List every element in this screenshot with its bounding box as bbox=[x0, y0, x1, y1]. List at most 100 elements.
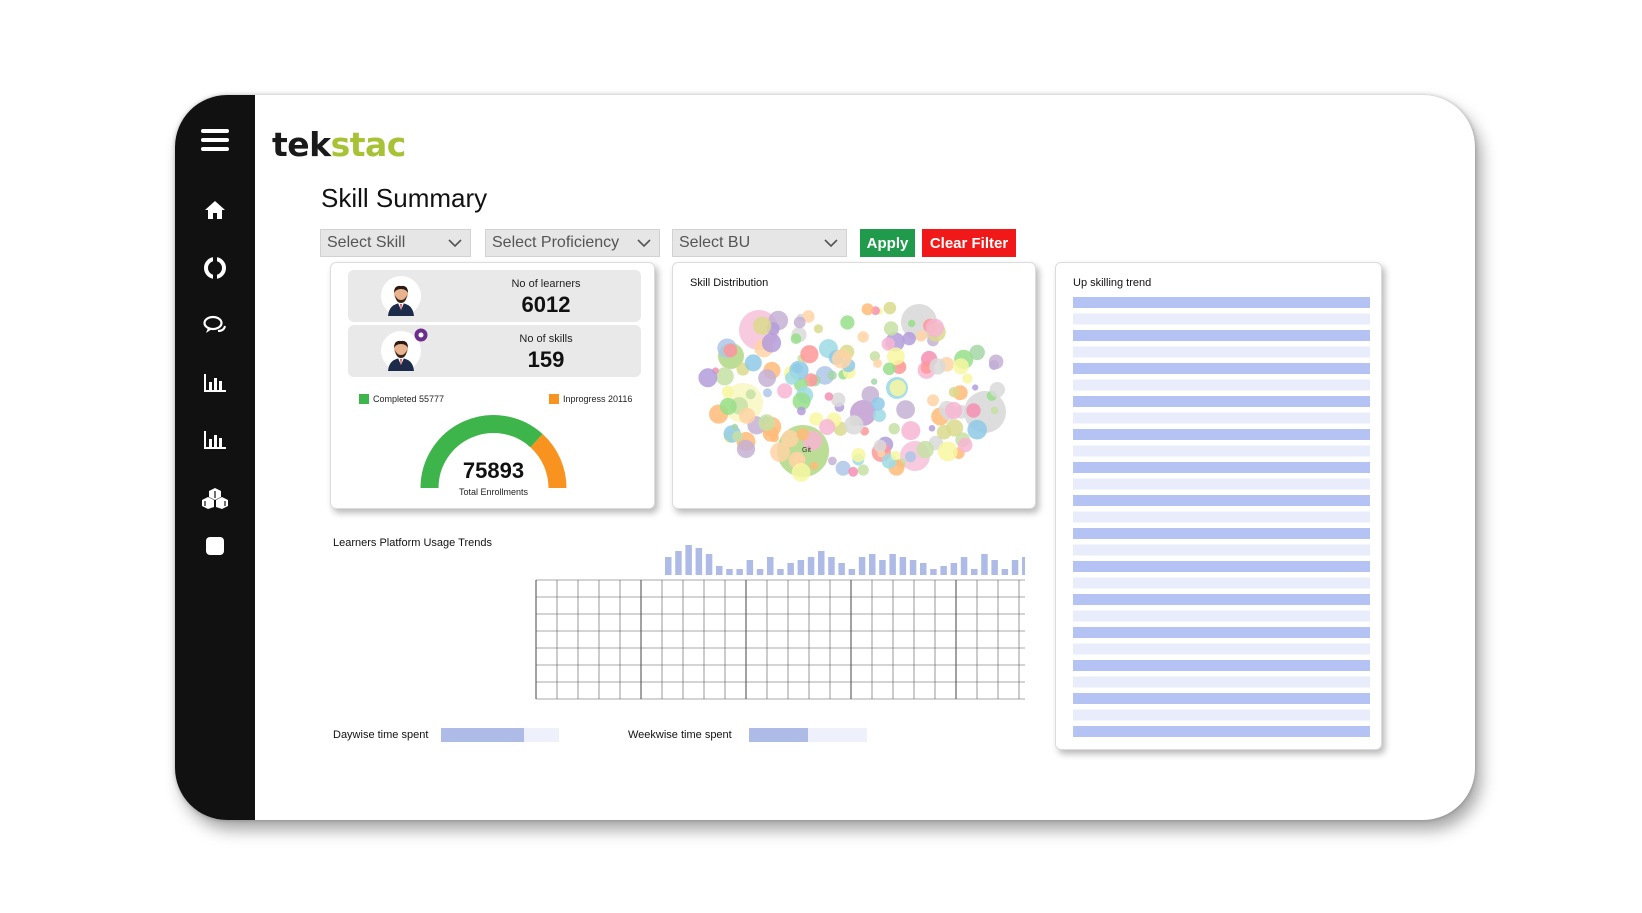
select-bu-dropdown[interactable]: Select BU bbox=[672, 229, 847, 257]
apply-button[interactable]: Apply bbox=[860, 229, 915, 257]
chat-icon bbox=[203, 315, 226, 333]
skill-bubble bbox=[990, 406, 999, 415]
skill-avatar-icon bbox=[381, 328, 428, 371]
trend-stripe bbox=[1073, 313, 1370, 325]
completed-label: Completed 55777 bbox=[373, 394, 445, 404]
upskilling-trend-chart bbox=[1073, 297, 1370, 737]
trend-stripe bbox=[1073, 511, 1370, 523]
skill-bubble bbox=[883, 321, 899, 336]
usage-bar bbox=[705, 554, 713, 575]
trend-stripe bbox=[1073, 363, 1370, 374]
usage-bar bbox=[930, 569, 937, 575]
inprogress-label: Inprogress 20116 bbox=[563, 394, 633, 404]
select-skill-dropdown[interactable]: Select Skill bbox=[320, 229, 471, 257]
trend-stripe bbox=[1073, 709, 1370, 721]
trend-stripe bbox=[1073, 445, 1370, 457]
skill-bubble bbox=[736, 439, 756, 459]
trend-stripe bbox=[1073, 495, 1370, 506]
home-icon bbox=[205, 201, 225, 219]
usage-bar bbox=[685, 545, 692, 575]
usage-bar bbox=[838, 563, 845, 575]
usage-bar bbox=[899, 557, 907, 575]
skill-bubble bbox=[732, 431, 743, 442]
usage-bar bbox=[807, 557, 815, 575]
menu-icon bbox=[201, 129, 229, 151]
usage-bar bbox=[981, 554, 988, 575]
trend-stripe bbox=[1073, 577, 1370, 589]
nav-home[interactable] bbox=[175, 192, 255, 228]
chevron-down-icon bbox=[448, 239, 462, 248]
skill-bubble bbox=[721, 385, 734, 398]
skills-stat: No of skills 159 bbox=[348, 325, 641, 377]
chevron-down-icon bbox=[637, 239, 651, 248]
cubes-icon bbox=[202, 488, 228, 509]
trend-stripe bbox=[1073, 346, 1370, 358]
clear-filter-button[interactable]: Clear Filter bbox=[922, 229, 1016, 257]
skill-bubble bbox=[929, 358, 946, 375]
menu-button[interactable] bbox=[175, 122, 255, 158]
trend-stripe bbox=[1073, 676, 1370, 688]
usage-bar bbox=[736, 569, 743, 575]
nav-reports[interactable] bbox=[175, 365, 255, 401]
usage-bar bbox=[767, 557, 774, 575]
skill-bubble bbox=[848, 466, 859, 477]
skill-bubble bbox=[719, 397, 737, 415]
skill-bubble bbox=[988, 354, 1004, 370]
usage-bar bbox=[797, 560, 805, 575]
skill-bubble bbox=[936, 424, 952, 440]
weekwise-label: Weekwise time spent bbox=[628, 729, 732, 741]
skill-bubble bbox=[872, 408, 886, 422]
bubble-label-git: Git bbox=[802, 447, 811, 454]
skill-bubble bbox=[745, 389, 756, 400]
skill-bubble bbox=[828, 456, 837, 466]
usage-bar bbox=[777, 569, 784, 575]
nav-support[interactable] bbox=[175, 250, 255, 286]
trend-stripe bbox=[1073, 561, 1370, 572]
skill-bubble bbox=[908, 319, 916, 328]
trend-stripe bbox=[1073, 297, 1370, 308]
skill-bubble bbox=[905, 451, 916, 463]
device-frame: tekstac Skill Summary Select Skill Selec… bbox=[175, 95, 1475, 820]
daywise-bar bbox=[441, 728, 559, 742]
nav-analytics[interactable] bbox=[175, 422, 255, 458]
nav-chat[interactable] bbox=[175, 307, 255, 343]
skill-bubble bbox=[928, 425, 936, 432]
skill-bubble bbox=[948, 386, 960, 398]
total-enrollments-label: Total Enrollments bbox=[458, 487, 529, 497]
skills-value: 159 bbox=[527, 347, 565, 372]
skill-bubble bbox=[810, 461, 819, 470]
trend-stripe bbox=[1073, 544, 1370, 556]
usage-bar bbox=[818, 551, 825, 575]
weekwise-bar bbox=[749, 728, 867, 742]
skill-bubble bbox=[873, 358, 883, 368]
learners-stat: No of learners 6012 bbox=[348, 270, 641, 322]
usage-bar bbox=[909, 560, 917, 575]
usage-bar bbox=[716, 566, 723, 575]
completed-swatch bbox=[359, 394, 369, 404]
skill-bubble bbox=[824, 392, 834, 401]
usage-bar bbox=[858, 557, 866, 575]
nav-other[interactable] bbox=[175, 528, 255, 564]
skill-bubble bbox=[793, 316, 806, 329]
skill-bubble bbox=[972, 384, 979, 391]
skill-bubble bbox=[925, 318, 945, 338]
skill-bubble bbox=[962, 373, 973, 384]
select-proficiency-dropdown[interactable]: Select Proficiency bbox=[485, 229, 660, 257]
inprogress-legend: Inprogress 20116 bbox=[549, 394, 632, 404]
bar-chart-icon bbox=[204, 374, 226, 392]
chevron-down-icon bbox=[824, 239, 838, 248]
nav-modules[interactable] bbox=[175, 480, 255, 516]
learner-avatar-icon bbox=[381, 276, 421, 316]
tekstac-logo: tekstac bbox=[272, 125, 406, 164]
trend-stripe bbox=[1073, 726, 1370, 737]
usage-bar bbox=[756, 569, 764, 575]
skill-bubble bbox=[758, 369, 776, 387]
daywise-label: Daywise time spent bbox=[333, 729, 429, 741]
page-title: Skill Summary bbox=[321, 183, 488, 213]
skill-bubble bbox=[967, 419, 987, 440]
usage-bar bbox=[848, 569, 856, 575]
enrollment-card: No of learners 6012 No of skills 159 Com… bbox=[330, 262, 655, 509]
skill-bubble bbox=[896, 400, 915, 419]
usage-bar bbox=[1001, 569, 1009, 575]
usage-bar bbox=[879, 560, 886, 575]
